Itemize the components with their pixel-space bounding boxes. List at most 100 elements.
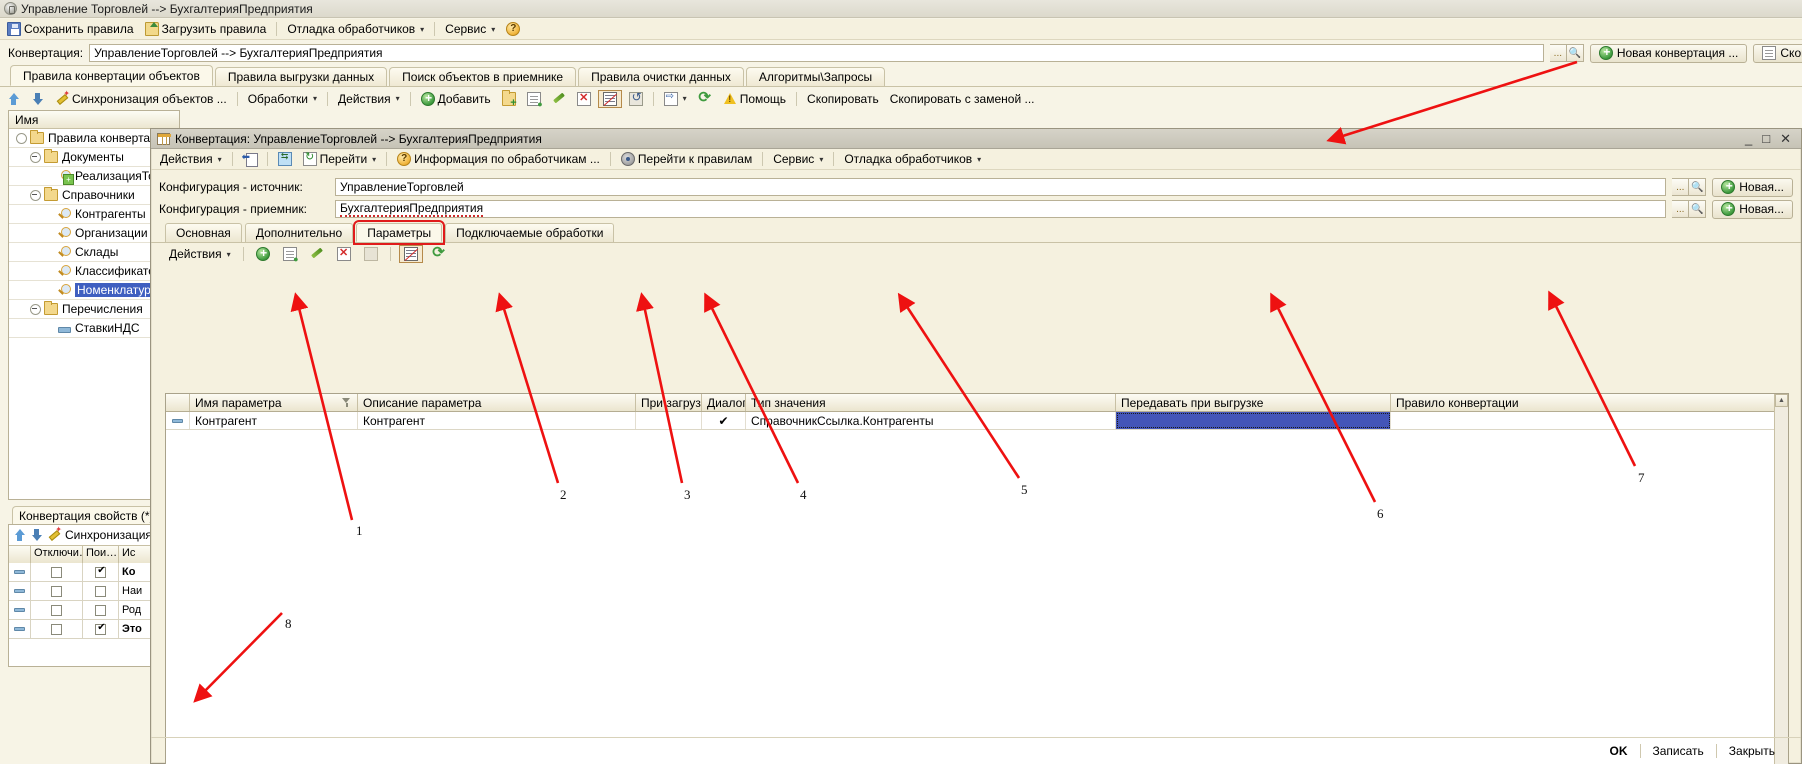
swap-button[interactable] <box>274 150 296 168</box>
filter-icon[interactable] <box>342 398 351 407</box>
param-add-button[interactable] <box>252 245 274 263</box>
actions-menu[interactable]: Действия ▾ <box>334 90 404 108</box>
undo-button[interactable] <box>625 90 647 108</box>
processing-menu[interactable]: Обработки ▾ <box>244 90 321 108</box>
arrow-up-icon[interactable] <box>13 528 26 542</box>
goto-rules-button[interactable]: Перейти к правилам <box>617 150 756 168</box>
config-target-input[interactable]: БухгалтерияПредприятия <box>335 200 1667 218</box>
copy-replace-button[interactable]: Скопировать с заменой ... <box>886 90 1039 108</box>
add-button[interactable]: Добавить <box>417 90 495 108</box>
minimize-icon[interactable]: _ <box>1745 131 1752 146</box>
tab-data-export-rules[interactable]: Правила выгрузки данных <box>214 67 388 86</box>
search-icon[interactable]: 🔍 <box>1689 200 1707 218</box>
conversion-input[interactable]: УправлениеТорговлей --> БухгалтерияПредп… <box>89 44 1544 62</box>
params-actions-menu[interactable]: Действия ▾ <box>165 245 235 263</box>
jump-back-button[interactable] <box>239 150 261 168</box>
search-icon[interactable]: 🔍 <box>1689 178 1707 196</box>
sync-icon[interactable] <box>47 525 62 542</box>
sync-objects-button[interactable]: Синхронизация объектов ... <box>51 89 231 108</box>
checkbox[interactable] <box>51 604 62 616</box>
tab-data-clearing-rules[interactable]: Правила очистки данных <box>578 67 744 86</box>
copy-item-button[interactable] <box>523 90 545 109</box>
checkbox[interactable] <box>51 585 62 597</box>
close-icon[interactable]: ✕ <box>1780 131 1791 147</box>
refresh-button[interactable] <box>694 88 716 108</box>
scroll-up-button[interactable]: ▲ <box>1775 394 1788 407</box>
grid-strike-button[interactable] <box>597 89 622 108</box>
arrow-down-icon[interactable] <box>30 528 43 542</box>
cell-conversion-rule[interactable] <box>1391 412 1776 429</box>
param-grid-strike-button[interactable] <box>398 245 423 263</box>
cell-disabled[interactable] <box>31 562 83 582</box>
config-source-input[interactable]: УправлениеТорговлей <box>335 178 1667 196</box>
cell-value-type[interactable]: СправочникСсылка.Контрагенты <box>746 412 1116 429</box>
checkbox[interactable] <box>51 623 62 635</box>
load-rules-button[interactable]: Загрузить правила <box>141 20 271 38</box>
cell-search[interactable] <box>83 581 119 601</box>
grid-vertical-scrollbar[interactable]: ▲ ▼ <box>1774 394 1788 764</box>
checkbox[interactable] <box>95 604 106 616</box>
cell-on-load[interactable] <box>636 412 702 429</box>
expander-minus-icon[interactable] <box>29 189 41 201</box>
col-on-load[interactable]: При загруз… <box>636 394 702 411</box>
checkbox[interactable] <box>95 585 106 597</box>
handler-info-button[interactable]: ? Информация по обработчикам ... <box>393 150 604 168</box>
param-copy-button[interactable] <box>279 245 301 264</box>
save-rules-button[interactable]: Сохранить правила <box>3 20 138 38</box>
debug-handlers-menu[interactable]: Отладка обработчиков ▾ <box>283 20 428 38</box>
col-dialog[interactable]: Диалог <box>702 394 746 411</box>
edit-button[interactable] <box>548 90 570 108</box>
copy-conversion-button[interactable]: Скопир <box>1753 43 1802 63</box>
service-menu[interactable]: Сервис ▾ <box>441 20 499 38</box>
help-button[interactable]: ? <box>502 20 524 38</box>
col-pass-on-export[interactable]: Передавать при выгрузке <box>1116 394 1391 411</box>
config-source-ellipsis-button[interactable]: ... <box>1672 178 1690 196</box>
dialog-debug-menu[interactable]: Отладка обработчиков ▾ <box>840 150 985 168</box>
tab-object-conversion-rules[interactable]: Правила конвертации объектов <box>10 65 213 86</box>
new-source-config-button[interactable]: Новая... <box>1712 177 1793 197</box>
col-param-name[interactable]: Имя параметра <box>190 394 358 411</box>
close-button[interactable]: Закрыть <box>1717 744 1787 758</box>
tab-parametry[interactable]: Параметры <box>353 220 446 245</box>
expander-minus-icon[interactable] <box>29 303 41 315</box>
tab-osnovnaya[interactable]: Основная <box>165 223 242 242</box>
export-button[interactable]: ▾ <box>660 90 691 108</box>
param-refresh-button[interactable] <box>428 243 450 263</box>
write-button[interactable]: Записать <box>1641 743 1717 758</box>
cell-pass-on-export[interactable] <box>1116 412 1391 429</box>
search-icon[interactable]: 🔍 <box>1566 44 1584 62</box>
cell-param-name[interactable]: Контрагент <box>190 412 358 429</box>
expander-circle-icon[interactable] <box>15 132 27 144</box>
checkbox[interactable] <box>95 565 107 578</box>
move-down-button[interactable] <box>27 90 48 108</box>
col-value-type[interactable]: Тип значения <box>746 394 1116 411</box>
expander-minus-icon[interactable] <box>29 151 41 163</box>
new-target-config-button[interactable]: Новая... <box>1712 199 1793 219</box>
tab-object-search[interactable]: Поиск объектов в приемнике <box>389 67 577 86</box>
maximize-icon[interactable]: □ <box>1762 131 1770 146</box>
delete-button[interactable] <box>573 90 595 108</box>
config-target-ellipsis-button[interactable]: ... <box>1672 200 1690 218</box>
col-conversion-rule[interactable]: Правило конвертации <box>1391 394 1776 411</box>
copy-button[interactable]: Скопировать <box>803 90 883 108</box>
ok-button[interactable]: OK <box>1598 743 1641 758</box>
cell-search[interactable] <box>83 619 119 639</box>
tab-podklyuchaemye-obrabotki[interactable]: Подключаемые обработки <box>445 223 615 242</box>
conversion-ellipsis-button[interactable]: ... <box>1549 44 1567 62</box>
checkbox[interactable] <box>95 622 107 635</box>
new-conversion-button[interactable]: Новая конвертация ... <box>1589 43 1748 63</box>
cell-param-description[interactable]: Контрагент <box>358 412 636 429</box>
cell-disabled[interactable] <box>31 600 83 620</box>
param-edit-button[interactable] <box>306 245 328 263</box>
tab-dopolnitelno[interactable]: Дополнительно <box>244 223 354 242</box>
cell-disabled[interactable] <box>31 619 83 639</box>
tab-property-conversion[interactable]: Конвертация свойств (*) <box>12 506 161 524</box>
cell-dialog[interactable]: ✔ <box>702 412 746 429</box>
dialog-service-menu[interactable]: Сервис ▾ <box>769 150 827 168</box>
table-row[interactable]: Контрагент Контрагент ✔ СправочникСсылка… <box>166 412 1788 430</box>
param-delete-button[interactable] <box>333 245 355 263</box>
dialog-actions-menu[interactable]: Действия ▾ <box>156 150 226 168</box>
col-param-description[interactable]: Описание параметра <box>358 394 636 411</box>
add-folder-button[interactable] <box>498 89 520 109</box>
cell-search[interactable] <box>83 600 119 620</box>
